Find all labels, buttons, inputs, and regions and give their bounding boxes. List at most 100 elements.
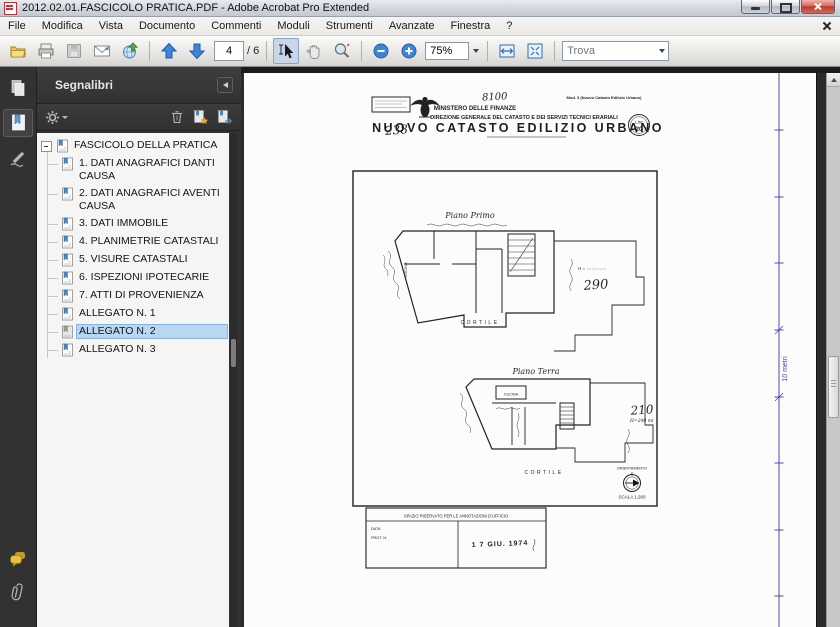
date-stamp: 1 7 GIU. 1974 xyxy=(472,540,529,549)
comments-icon xyxy=(8,549,28,569)
panel-title: Segnalibri xyxy=(55,78,113,92)
print-button[interactable] xyxy=(33,38,59,64)
collapse-panel-button[interactable] xyxy=(217,77,233,93)
bookmark-icon xyxy=(61,289,74,303)
menu-help[interactable]: ? xyxy=(498,18,520,34)
save-button-disabled[interactable] xyxy=(61,38,87,64)
zoom-level-dropdown[interactable] xyxy=(469,42,482,60)
previous-page-button[interactable] xyxy=(156,38,182,64)
email-button[interactable] xyxy=(89,38,115,64)
prot-label: PROT. N. xyxy=(371,536,387,540)
bookmark-icon xyxy=(61,325,74,339)
page-number-input[interactable] xyxy=(214,41,244,61)
bookmark-root[interactable]: FASCICOLO DELLA PRATICA xyxy=(37,137,229,155)
date-label: DATA xyxy=(371,527,381,531)
bookmark-item-selected[interactable]: ALLEGATO N. 2 xyxy=(37,323,229,341)
bookmark-item[interactable]: 5. VISURE CATASTALI xyxy=(37,251,229,269)
menu-commenti[interactable]: Commenti xyxy=(203,18,269,34)
fit-page-icon xyxy=(525,41,545,61)
attachments-panel-button[interactable] xyxy=(4,580,32,606)
document-scrollbar[interactable] xyxy=(826,73,840,627)
maximize-button[interactable] xyxy=(771,0,800,14)
find-dropdown[interactable] xyxy=(655,42,668,60)
menu-documento[interactable]: Documento xyxy=(131,18,203,34)
bookmark-item[interactable]: 4. PLANIMETRIE CATASTALI xyxy=(37,233,229,251)
floor1-height-label: H = xyxy=(578,266,586,271)
comments-panel-button[interactable] xyxy=(4,546,32,572)
zoom-tool-button[interactable] xyxy=(329,38,355,64)
bookmarks-icon xyxy=(8,113,28,133)
magnifier-icon xyxy=(332,41,352,61)
ministry-line: MINISTERO DELLE FINANZE xyxy=(434,106,516,112)
upload-web-button[interactable] xyxy=(117,38,143,64)
orientation-label: ORIENTAMENTO xyxy=(617,467,647,471)
menu-avanzate[interactable]: Avanzate xyxy=(381,18,443,34)
floor0-title: Piano Terra xyxy=(511,367,559,376)
menu-moduli[interactable]: Moduli xyxy=(269,18,317,34)
floor1-height-value: 290 xyxy=(582,277,609,294)
next-page-button[interactable] xyxy=(184,38,210,64)
bookmarks-panel-button[interactable] xyxy=(3,109,33,137)
collapse-expander-icon[interactable] xyxy=(41,141,52,152)
bookmark-item[interactable]: 7. ATTI DI PROVENIENZA xyxy=(37,287,229,305)
bookmark-icon xyxy=(61,157,74,171)
zoom-in-button[interactable] xyxy=(396,38,422,64)
signatures-panel-button[interactable] xyxy=(4,145,32,171)
options-menu-button[interactable] xyxy=(45,110,68,125)
menu-vista[interactable]: Vista xyxy=(91,18,131,34)
arrow-down-icon xyxy=(187,41,207,61)
go-to-bookmark-button[interactable] xyxy=(216,109,233,125)
bookmark-item[interactable]: 3. DATI IMMOBILE xyxy=(37,215,229,233)
tree-scrollbar[interactable] xyxy=(230,133,237,627)
floor-plan-terra: Piano Terra CUCINA xyxy=(460,367,654,500)
distance-measurement-annotation[interactable]: 10 metri xyxy=(775,73,790,627)
close-button[interactable] xyxy=(801,0,835,14)
zoom-out-button[interactable] xyxy=(368,38,394,64)
document-close-button[interactable] xyxy=(822,21,832,31)
bookmark-item[interactable]: ALLEGATO N. 3 xyxy=(37,341,229,359)
page-total-label: / 6 xyxy=(247,45,259,57)
delete-bookmark-button[interactable] xyxy=(169,109,185,125)
bookmark-icon xyxy=(61,307,74,321)
globe-upload-icon xyxy=(120,41,140,61)
bookmark-icon xyxy=(61,187,74,201)
plan-frame xyxy=(353,171,657,506)
new-bookmark-button[interactable] xyxy=(192,109,209,125)
select-tool-button[interactable] xyxy=(273,38,299,64)
zoom-level-value[interactable]: 75% xyxy=(425,42,469,60)
bookmark-item[interactable]: 2. DATI ANAGRAFICI AVENTI CAUSA xyxy=(37,185,229,215)
floor0-height-note: H=240 ml xyxy=(629,418,654,424)
arrow-up-icon xyxy=(159,41,179,61)
office-annotations-box: SPAZIO RISERVATO PER LE ANNOTAZIONI D'UF… xyxy=(366,508,546,568)
title-bar: 2012.02.01.FASCICOLO PRATICA.PDF - Adobe… xyxy=(0,0,840,17)
toolbar: / 6 xyxy=(0,36,840,67)
scrollbar-thumb[interactable] xyxy=(828,356,839,418)
menu-modifica[interactable]: Modifica xyxy=(34,18,91,34)
scroll-up-button[interactable] xyxy=(827,73,840,87)
bookmark-item[interactable]: 6. ISPEZIONI IPOTECARIE xyxy=(37,269,229,287)
fit-page-button[interactable] xyxy=(522,38,548,64)
bookmark-item[interactable]: 1. DATI ANAGRAFICI DANTI CAUSA xyxy=(37,155,229,185)
document-pane: 8100 MINISTERO DELLE FINANZE DIREZIONE G… xyxy=(241,67,840,627)
find-input[interactable] xyxy=(563,43,655,59)
minimize-button[interactable] xyxy=(741,0,770,14)
hand-icon xyxy=(304,41,324,61)
menu-file[interactable]: File xyxy=(0,18,34,34)
bookmark-item[interactable]: ALLEGATO N. 1 xyxy=(37,305,229,323)
fit-width-button[interactable] xyxy=(494,38,520,64)
pdf-app-icon xyxy=(4,2,17,15)
pages-panel-button[interactable] xyxy=(4,75,32,101)
tree-scrollbar-thumb[interactable] xyxy=(231,339,236,367)
toolbar-separator xyxy=(554,41,555,61)
bookmark-icon xyxy=(61,271,74,285)
form-header: 8100 MINISTERO DELLE FINANZE DIREZIONE G… xyxy=(372,91,664,138)
hand-tool-button[interactable] xyxy=(301,38,327,64)
signature-pen-icon xyxy=(8,148,28,168)
floor0-height-value: 210 xyxy=(629,402,654,418)
toolbar-separator xyxy=(361,41,362,61)
hand-code: 8100 xyxy=(482,91,509,103)
menu-finestra[interactable]: Finestra xyxy=(443,18,499,34)
menu-strumenti[interactable]: Strumenti xyxy=(318,18,381,34)
floor1-title: Piano Primo xyxy=(444,211,495,220)
open-button[interactable] xyxy=(5,38,31,64)
